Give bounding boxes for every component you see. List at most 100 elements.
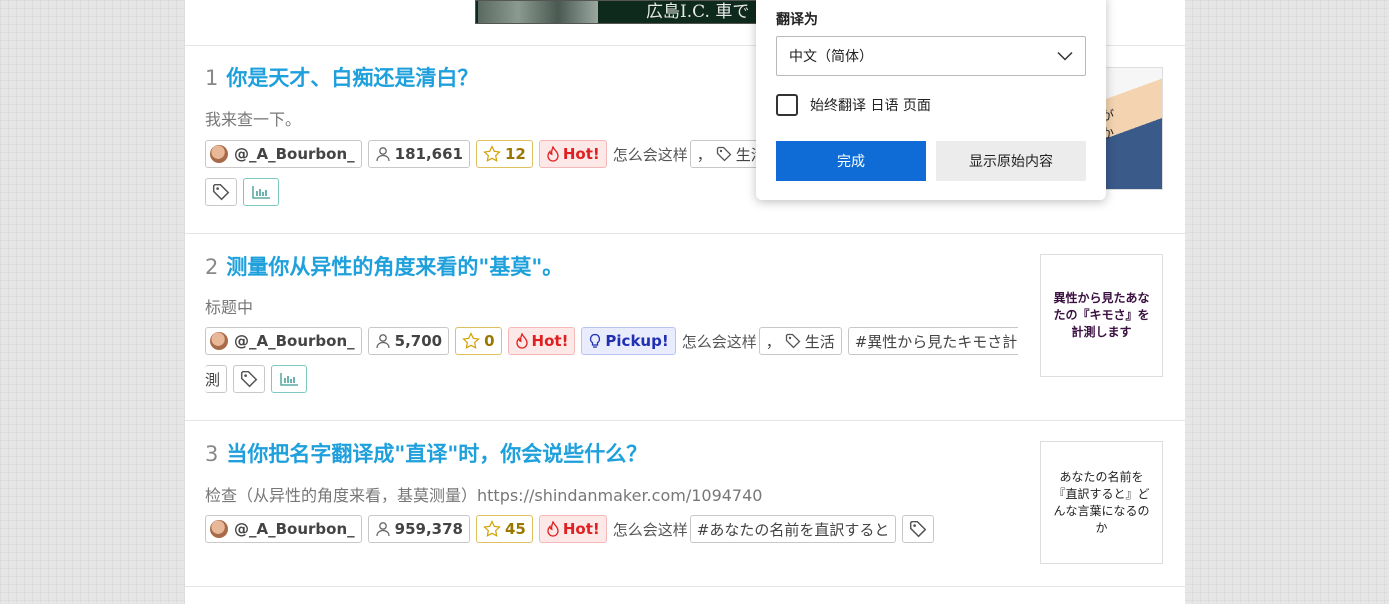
always-translate-label: 始终翻译 日语 页面 — [810, 98, 931, 114]
author-chip[interactable]: @_A_Bourbon_ — [205, 140, 362, 168]
hot-label: Hot! — [562, 145, 600, 163]
views-count: 959,378 — [394, 520, 463, 538]
question-text: 怎么会这样 — [612, 145, 688, 164]
hot-badge: Hot! — [538, 515, 607, 543]
hashtag-label: #あなたの名前を直訳すると — [696, 520, 890, 539]
star-count: 45 — [504, 520, 526, 538]
views-count: 181,661 — [394, 145, 463, 163]
hot-label: Hot! — [531, 332, 569, 350]
favorite-chip[interactable]: 0 — [455, 327, 502, 355]
tag-icon — [910, 520, 927, 538]
stats-button[interactable] — [271, 365, 308, 393]
item-title[interactable]: 2 测量你从异性的角度来看的"基莫"。 — [205, 254, 563, 280]
item-rank: 1 — [205, 66, 219, 90]
tag-chip-hashtag-cont[interactable]: 測 — [205, 365, 228, 393]
favorite-chip[interactable]: 12 — [475, 140, 533, 168]
translate-popup: 翻译为 中文（简体） 始终翻译 日语 页面 完成 显示原始内容 — [756, 0, 1106, 200]
divider — [185, 420, 1185, 421]
item-title[interactable]: 1 你是天才、白痴还是清白？ — [205, 65, 478, 91]
question-text: 怎么会这样 — [681, 332, 757, 351]
views-chip: 181,661 — [367, 140, 470, 168]
thumbnail-text: 異性から見たあなたの『キモさ』を計測します — [1053, 291, 1150, 339]
author-name: @_A_Bourbon_ — [234, 145, 355, 163]
item-title-link[interactable]: 你是天才、白痴还是清白？ — [226, 66, 478, 90]
views-count: 5,700 — [394, 332, 443, 350]
tag-chip-life[interactable]: ， 生活 — [758, 327, 842, 355]
tag-icon — [785, 333, 801, 349]
item-action-row — [205, 177, 285, 207]
item-title-link[interactable]: 当你把名字翻译成"直译"时，你会说些什么？ — [226, 442, 647, 466]
pickup-badge: Pickup! — [581, 327, 676, 355]
show-original-button[interactable]: 显示原始内容 — [936, 141, 1086, 181]
item-meta-row: @_A_Bourbon_ 5,700 0 Hot! Pickup! 怎么会这样 … — [205, 326, 1018, 356]
hot-badge: Hot! — [507, 327, 576, 355]
views-chip: 959,378 — [367, 515, 470, 543]
item-rank: 3 — [205, 442, 219, 466]
tag-label: 生活 — [804, 332, 835, 351]
flame-icon — [515, 333, 528, 349]
tag-comma: ， — [765, 332, 781, 351]
tag-button[interactable] — [902, 515, 935, 543]
user-icon — [376, 334, 390, 349]
author-name: @_A_Bourbon_ — [234, 332, 355, 350]
hashtag-label-cont: 測 — [205, 370, 221, 389]
tag-icon — [716, 146, 732, 162]
question-text: 怎么会这样 — [612, 520, 688, 539]
tag-icon — [240, 370, 258, 388]
item-thumbnail[interactable]: 異性から見たあなたの『キモさ』を計測します — [1040, 254, 1163, 377]
lightbulb-icon — [590, 333, 601, 348]
star-icon — [483, 145, 501, 162]
item-title-link[interactable]: 测量你从异性的角度来看的"基莫"。 — [226, 255, 563, 279]
hot-badge: Hot! — [538, 140, 607, 168]
banner-photo — [478, 1, 598, 23]
thumbnail-text: あなたの名前を『直訳すると』どんな言葉になるのか — [1053, 469, 1150, 535]
tag-button[interactable] — [233, 365, 266, 393]
bar-chart-icon — [252, 186, 270, 199]
always-translate-checkbox[interactable] — [776, 94, 798, 116]
banner-ad[interactable]: 広島I.C. 車で — [475, 0, 795, 24]
hot-label: Hot! — [562, 520, 600, 538]
language-select[interactable]: 中文（简体） — [776, 36, 1086, 76]
avatar — [210, 145, 228, 163]
tag-icon — [212, 183, 230, 201]
selected-language: 中文（简体） — [789, 49, 873, 65]
item-meta-row: @_A_Bourbon_ 959,378 45 Hot! 怎么会这样 #あなたの… — [205, 514, 940, 544]
tag-chip-hashtag[interactable]: #異性から見たキモさ計 — [847, 327, 1018, 355]
author-name: @_A_Bourbon_ — [234, 520, 355, 538]
item-rank: 2 — [205, 255, 219, 279]
flame-icon — [547, 146, 559, 162]
tag-comma: ， — [696, 145, 712, 164]
star-count: 0 — [484, 332, 495, 350]
user-icon — [376, 522, 390, 537]
favorite-chip[interactable]: 45 — [475, 515, 533, 543]
item-description: 我来查一下。 — [205, 110, 302, 129]
views-chip: 5,700 — [367, 327, 450, 355]
star-count: 12 — [504, 145, 526, 163]
author-chip[interactable]: @_A_Bourbon_ — [205, 327, 362, 355]
item-description: 检查（从异性的角度来看，基莫测量）https://shindanmaker.co… — [205, 486, 763, 505]
divider — [185, 233, 1185, 234]
always-translate-row[interactable]: 始终翻译 日语 页面 — [776, 94, 931, 116]
star-icon — [483, 520, 501, 537]
star-icon — [462, 332, 480, 349]
flame-icon — [547, 521, 559, 537]
item-description: 标题中 — [205, 298, 254, 317]
divider — [185, 586, 1185, 587]
tag-button[interactable] — [205, 178, 237, 206]
tag-chip-hashtag[interactable]: #あなたの名前を直訳すると — [689, 515, 897, 543]
banner-text: 広島I.C. 車で — [646, 2, 750, 22]
item-meta-row: @_A_Bourbon_ 181,661 12 Hot! 怎么会这样 ， 生活 — [205, 139, 779, 169]
chevron-down-icon — [1057, 51, 1073, 61]
author-chip[interactable]: @_A_Bourbon_ — [205, 515, 362, 543]
item-title[interactable]: 3 当你把名字翻译成"直译"时，你会说些什么？ — [205, 441, 647, 467]
avatar — [210, 332, 228, 350]
user-icon — [376, 147, 390, 162]
pickup-label: Pickup! — [605, 332, 669, 350]
stats-button[interactable] — [243, 178, 279, 206]
done-button[interactable]: 完成 — [776, 141, 926, 181]
translate-to-label: 翻译为 — [776, 12, 818, 28]
item-thumbnail[interactable]: あなたの名前を『直訳すると』どんな言葉になるのか — [1040, 441, 1163, 564]
avatar — [210, 520, 228, 538]
hashtag-label: #異性から見たキモさ計 — [854, 332, 1018, 351]
bar-chart-icon — [280, 373, 299, 386]
